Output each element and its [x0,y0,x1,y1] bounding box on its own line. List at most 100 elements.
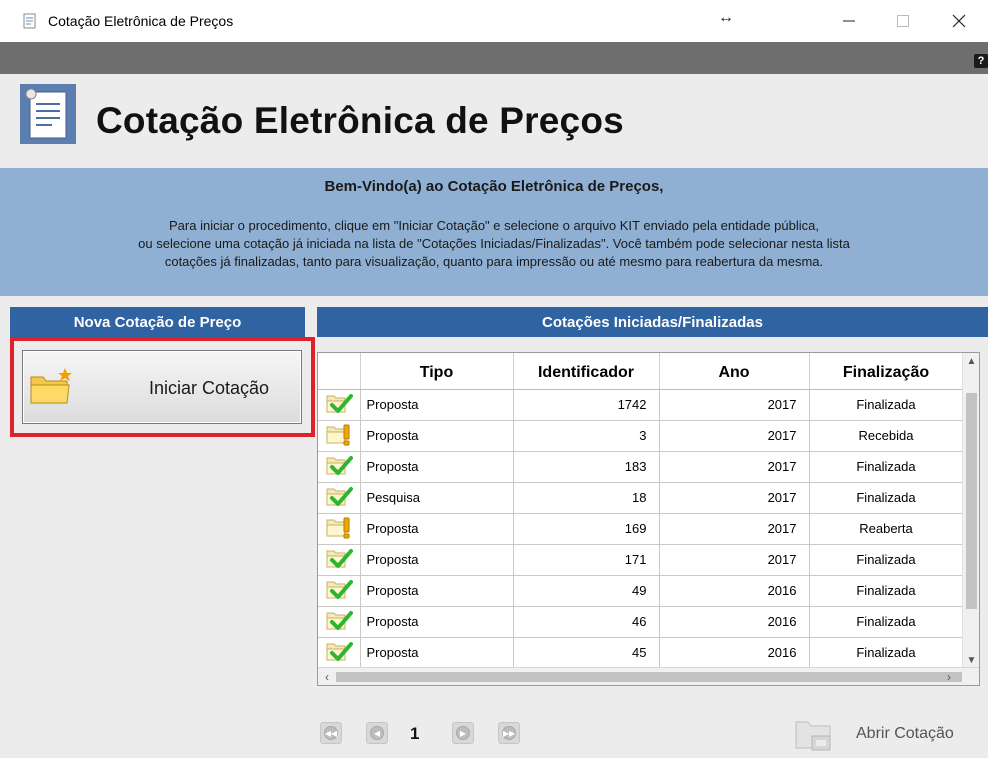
ano-cell: 2017 [659,544,810,576]
status-cell [318,544,361,576]
identificador-cell: 171 [513,544,660,576]
completed-status-icon [326,611,353,630]
page-header: Cotação Eletrônica de Preços [0,74,988,168]
info-line-3: cotações já finalizadas, tanto para visu… [164,254,824,269]
ano-cell: 2016 [659,606,810,638]
finalizacao-cell: Finalizada [809,451,964,483]
toolbar-strip: ? [0,42,988,74]
identificador-cell: 18 [513,482,660,514]
open-folder-icon [795,721,831,751]
start-quote-label: Iniciar Cotação [149,378,270,398]
first-page-button[interactable]: ◀◀ [320,722,342,744]
horizontal-scrollbar[interactable]: ‹ › [318,667,979,685]
vertical-scrollbar[interactable]: ▲ ▼ [962,353,979,669]
scroll-left-icon[interactable]: ‹ [318,668,336,685]
help-icon[interactable]: ? [974,54,988,68]
finalizacao-cell: Finalizada [809,637,964,669]
last-page-button[interactable]: ▶▶ [498,722,520,744]
scroll-right-icon[interactable]: › [940,668,958,685]
table-row[interactable]: Proposta 183 2017 Finalizada [318,451,964,483]
tipo-cell: Proposta [360,389,514,421]
finalizacao-cell: Reaberta [809,513,964,545]
maximize-button[interactable] [880,6,926,36]
grid-header-row: Tipo Identificador Ano Finalização [318,353,964,390]
open-quote-button[interactable]: Abrir Cotação [790,708,982,758]
info-banner: Bem-Vindo(a) ao Cotação Eletrônica de Pr… [0,168,988,296]
window-titlebar: Cotação Eletrônica de Preços ↔ [0,0,988,42]
completed-status-icon [326,394,353,413]
tipo-cell: Proposta [360,544,514,576]
resize-icon[interactable]: ↔ [718,9,734,27]
status-cell [318,637,361,669]
status-cell [318,482,361,514]
ano-cell: 2017 [659,482,810,514]
tipo-cell: Pesquisa [360,482,514,514]
status-cell [318,389,361,421]
close-icon [952,14,966,28]
status-cell [318,606,361,638]
column-header-tipo[interactable]: Tipo [360,353,514,390]
start-quote-button[interactable]: Iniciar Cotação [22,350,302,424]
table-row[interactable]: Proposta 45 2016 Finalizada [318,637,964,669]
identificador-cell: 183 [513,451,660,483]
status-cell [318,575,361,607]
welcome-text: Bem-Vindo(a) ao Cotação Eletrônica de Pr… [324,178,664,195]
prev-page-icon: ◀ [370,726,384,740]
finalizacao-cell: Recebida [809,420,964,452]
table-row[interactable]: Proposta 49 2016 Finalizada [318,575,964,607]
finalizacao-cell: Finalizada [809,544,964,576]
info-line-1: Para iniciar o procedimento, clique em "… [169,218,819,233]
completed-status-icon [326,487,353,506]
table-row[interactable]: Pesquisa 18 2017 Finalizada [318,482,964,514]
status-cell [318,451,361,483]
ano-cell: 2017 [659,389,810,421]
finalizacao-cell: Finalizada [809,575,964,607]
tipo-cell: Proposta [360,606,514,638]
column-header-finalizacao[interactable]: Finalização [809,353,964,390]
document-icon [20,84,76,144]
quotes-list-heading: Cotações Iniciadas/Finalizadas [317,307,988,337]
table-row[interactable]: Proposta 169 2017 Reaberta [318,513,964,545]
column-header-ano[interactable]: Ano [659,353,810,390]
ano-cell: 2016 [659,575,810,607]
finalizacao-cell: Finalizada [809,606,964,638]
tipo-cell: Proposta [360,575,514,607]
table-row[interactable]: Proposta 171 2017 Finalizada [318,544,964,576]
minimize-button[interactable] [826,6,872,36]
tipo-cell: Proposta [360,637,514,669]
app-icon [23,13,36,29]
column-header-identificador[interactable]: Identificador [513,353,660,390]
quotes-grid[interactable]: Tipo Identificador Ano Finalização Propo… [317,352,980,686]
tipo-cell: Proposta [360,513,514,545]
status-cell [318,513,361,545]
table-row[interactable]: Proposta 3 2017 Recebida [318,420,964,452]
scroll-up-icon[interactable]: ▲ [963,353,979,370]
tipo-cell: Proposta [360,420,514,452]
window-title: Cotação Eletrônica de Preços [48,13,234,29]
open-quote-label: Abrir Cotação [856,725,954,742]
pending-status-icon [326,424,350,446]
page-number: 1 [410,724,420,743]
table-row[interactable]: Proposta 1742 2017 Finalizada [318,389,964,421]
completed-status-icon [326,549,353,568]
table-row[interactable]: Proposta 46 2016 Finalizada [318,606,964,638]
ano-cell: 2017 [659,420,810,452]
tipo-cell: Proposta [360,451,514,483]
pending-status-icon [326,517,350,539]
status-cell [318,420,361,452]
ano-cell: 2017 [659,451,810,483]
prev-page-button[interactable]: ◀ [366,722,388,744]
identificador-cell: 49 [513,575,660,607]
vertical-scroll-thumb[interactable] [966,393,977,609]
ano-cell: 2017 [659,513,810,545]
next-page-icon: ▶ [456,726,470,740]
last-page-icon: ▶▶ [502,726,516,740]
page-title: Cotação Eletrônica de Preços [96,100,624,141]
horizontal-scroll-thumb[interactable] [336,672,962,682]
identificador-cell: 45 [513,637,660,669]
ano-cell: 2016 [659,637,810,669]
next-page-button[interactable]: ▶ [452,722,474,744]
finalizacao-cell: Finalizada [809,482,964,514]
close-button[interactable] [936,6,982,36]
finalizacao-cell: Finalizada [809,389,964,421]
